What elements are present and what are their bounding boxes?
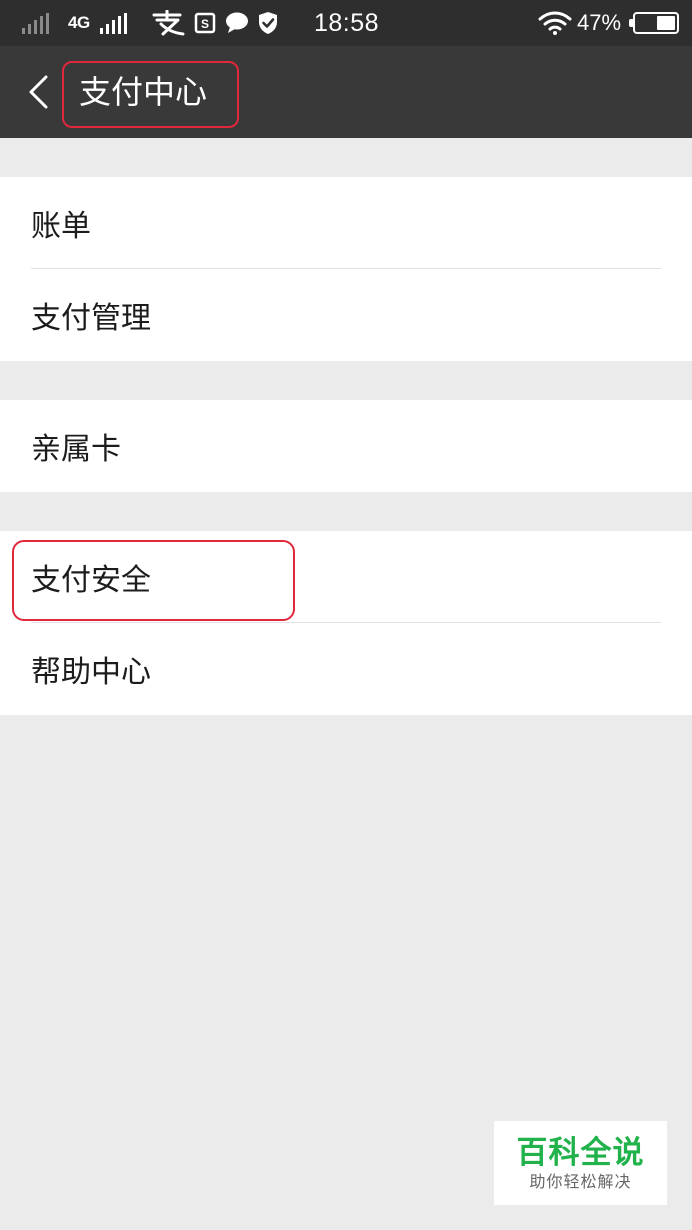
svg-text:S: S: [201, 17, 209, 31]
alipay-icon: [151, 0, 185, 46]
menu-group-1: 账单 支付管理: [0, 177, 692, 361]
menu-item-help-center[interactable]: 帮助中心: [0, 623, 692, 715]
watermark-logo: 百科全说 助你轻松解决: [494, 1121, 667, 1205]
watermark-subtitle: 助你轻松解决: [529, 1172, 632, 1191]
battery-percent: 47%: [577, 10, 622, 35]
back-button[interactable]: [20, 72, 56, 112]
shield-check-icon: [257, 0, 279, 46]
network-type: 4G: [68, 13, 90, 32]
watermark-title: 百科全说: [516, 1135, 645, 1171]
menu-group-3: 支付安全 帮助中心: [0, 531, 692, 715]
menu-item-label: 亲属卡: [31, 432, 121, 467]
menu-item-family-card[interactable]: 亲属卡: [0, 400, 692, 492]
menu-item-label: 账单: [31, 209, 91, 244]
chevron-left-icon: [29, 75, 48, 109]
menu-group-2: 亲属卡: [0, 400, 692, 492]
clock: 18:58: [314, 8, 380, 37]
status-bar: 4G S 18:58 47%: [0, 0, 692, 46]
title-highlight-annotation: [62, 61, 239, 128]
message-bubble-icon: [224, 0, 250, 46]
security-highlight-annotation: [12, 540, 295, 621]
menu-item-label: 支付管理: [31, 301, 151, 336]
sim-s-icon: S: [194, 0, 216, 46]
signal-sim2-icon: [100, 0, 127, 46]
menu-item-payment-security[interactable]: 支付安全: [0, 531, 692, 623]
menu-item-payment-management[interactable]: 支付管理: [0, 269, 692, 361]
battery-icon: [629, 0, 679, 46]
menu-item-label: 帮助中心: [31, 655, 151, 690]
wifi-icon: [538, 0, 572, 46]
menu-item-bill[interactable]: 账单: [0, 177, 692, 269]
signal-sim1-icon: [22, 0, 49, 46]
title-bar: 支付中心: [0, 46, 692, 138]
